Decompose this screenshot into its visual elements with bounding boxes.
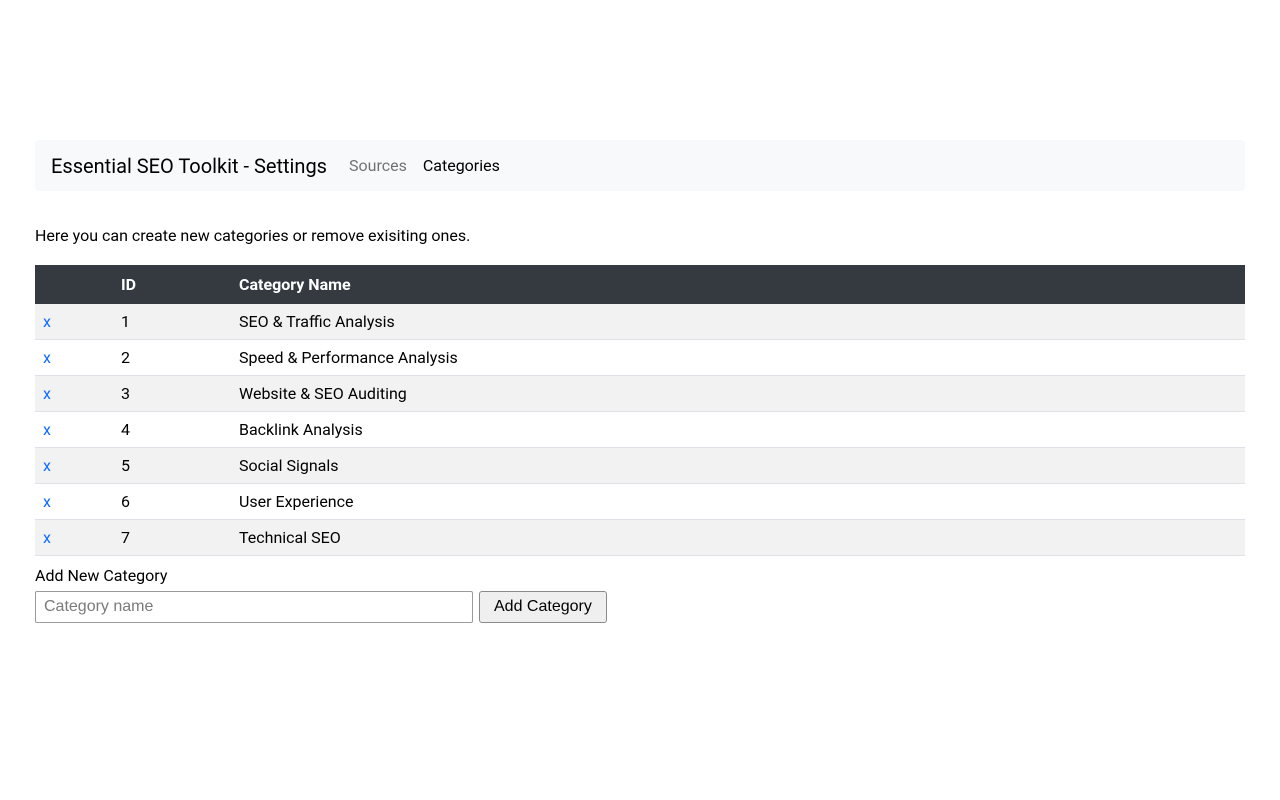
row-id: 1: [113, 304, 231, 340]
row-name: Backlink Analysis: [231, 412, 1245, 448]
table-row: x 6User Experience: [35, 484, 1245, 520]
table-row: x 1SEO & Traffic Analysis: [35, 304, 1245, 340]
table-row: x 2Speed & Performance Analysis: [35, 340, 1245, 376]
table-row: x 7Technical SEO: [35, 520, 1245, 556]
delete-row-link[interactable]: x: [43, 420, 51, 439]
delete-row-link[interactable]: x: [43, 348, 51, 367]
delete-row-link[interactable]: x: [43, 456, 51, 475]
nav-link-categories[interactable]: Categories: [415, 150, 508, 181]
delete-row-link[interactable]: x: [43, 492, 51, 511]
row-id: 3: [113, 376, 231, 412]
row-id: 6: [113, 484, 231, 520]
row-id: 2: [113, 340, 231, 376]
add-category-input-group: Add Category: [35, 591, 1245, 623]
table-row: x 4Backlink Analysis: [35, 412, 1245, 448]
row-name: Technical SEO: [231, 520, 1245, 556]
row-id: 5: [113, 448, 231, 484]
row-name: User Experience: [231, 484, 1245, 520]
nav-link-sources[interactable]: Sources: [341, 150, 415, 181]
row-name: Social Signals: [231, 448, 1245, 484]
row-name: Speed & Performance Analysis: [231, 340, 1245, 376]
add-category-section: Add New Category Add Category: [35, 566, 1245, 623]
navbar-brand: Essential SEO Toolkit - Settings: [51, 154, 341, 178]
delete-row-link[interactable]: x: [43, 528, 51, 547]
delete-row-link[interactable]: x: [43, 312, 51, 331]
add-category-button[interactable]: Add Category: [479, 591, 607, 623]
row-name: Website & SEO Auditing: [231, 376, 1245, 412]
row-name: SEO & Traffic Analysis: [231, 304, 1245, 340]
col-name: Category Name: [231, 265, 1245, 304]
row-id: 7: [113, 520, 231, 556]
page-description: Here you can create new categories or re…: [35, 226, 1245, 245]
table-row: x 5Social Signals: [35, 448, 1245, 484]
category-name-input[interactable]: [35, 591, 473, 623]
col-delete: [35, 265, 113, 304]
col-id: ID: [113, 265, 231, 304]
row-id: 4: [113, 412, 231, 448]
delete-row-link[interactable]: x: [43, 384, 51, 403]
add-category-label: Add New Category: [35, 566, 1245, 585]
navbar: Essential SEO Toolkit - Settings Sources…: [35, 140, 1245, 191]
table-row: x 3Website & SEO Auditing: [35, 376, 1245, 412]
categories-table: ID Category Name x 1SEO & Traffic Analysi…: [35, 265, 1245, 556]
